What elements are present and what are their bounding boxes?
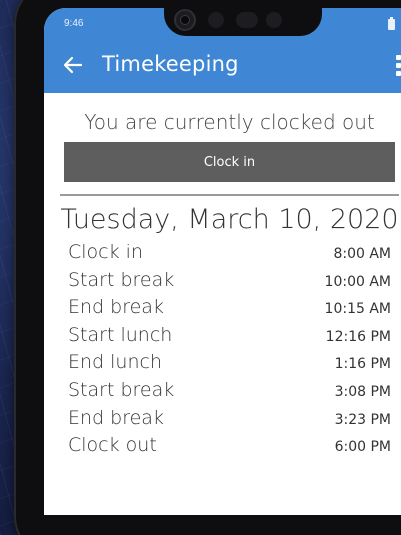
date-heading: Tuesday, March 10, 2020 — [60, 204, 399, 235]
clock-status-text: You are currently clocked out — [84, 110, 375, 134]
entry-label: Clock out — [68, 434, 157, 457]
entry-label: Start break — [68, 268, 175, 291]
entry-time: 8:00 AM — [333, 246, 391, 262]
entry-time: 10:00 AM — [324, 273, 391, 290]
status-bar: 9:46 — [44, 8, 401, 36]
list-item: End lunch 1:16 PM — [68, 351, 391, 379]
entry-time: 6:00 PM — [334, 439, 391, 456]
entry-label: End lunch — [68, 351, 162, 374]
speaker-icon — [236, 12, 258, 28]
entry-label: Clock in — [68, 241, 143, 263]
phone-frame: 9:46 Timekeeping You are currently clock… — [14, 0, 401, 535]
app-bar: Timekeeping — [44, 36, 401, 93]
more-vertical-icon[interactable] — [387, 50, 401, 80]
app-title: Timekeeping — [102, 52, 239, 76]
list-item: End break 3:23 PM — [68, 407, 391, 435]
list-item: Clock out 6:00 PM — [68, 434, 391, 462]
entry-label: End break — [68, 296, 164, 319]
entry-time: 12:16 PM — [325, 328, 391, 345]
entry-label: Start break — [68, 378, 175, 401]
sensor-icon — [266, 12, 282, 28]
entry-label: End break — [68, 406, 164, 429]
status-time: 9:46 — [64, 18, 84, 29]
entry-time: 3:08 PM — [334, 383, 391, 400]
clock-in-button[interactable]: Clock in — [64, 142, 395, 182]
list-item: Start break 10:00 AM — [68, 269, 391, 297]
list-item: End break 10:15 AM — [68, 296, 391, 324]
entry-time: 3:23 PM — [334, 411, 391, 428]
list-item: Clock in 8:00 AM — [68, 241, 391, 269]
sensor-icon — [208, 12, 224, 28]
back-button[interactable] — [58, 50, 88, 80]
entry-label: Start lunch — [68, 323, 173, 346]
list-item: Start lunch 12:16 PM — [68, 324, 391, 352]
phone-screen: 9:46 Timekeeping You are currently clock… — [44, 8, 401, 515]
divider — [60, 194, 399, 196]
entry-time: 10:15 AM — [324, 301, 391, 318]
entry-time: 1:16 PM — [334, 356, 391, 373]
camera-icon — [174, 9, 196, 31]
list-item: Start break 3:08 PM — [68, 379, 391, 407]
time-entries-list: Clock in 8:00 AM Start break 10:00 AM En… — [68, 241, 391, 462]
phone-notch — [164, 8, 322, 36]
battery-icon — [388, 17, 395, 30]
arrow-left-icon — [63, 56, 83, 74]
